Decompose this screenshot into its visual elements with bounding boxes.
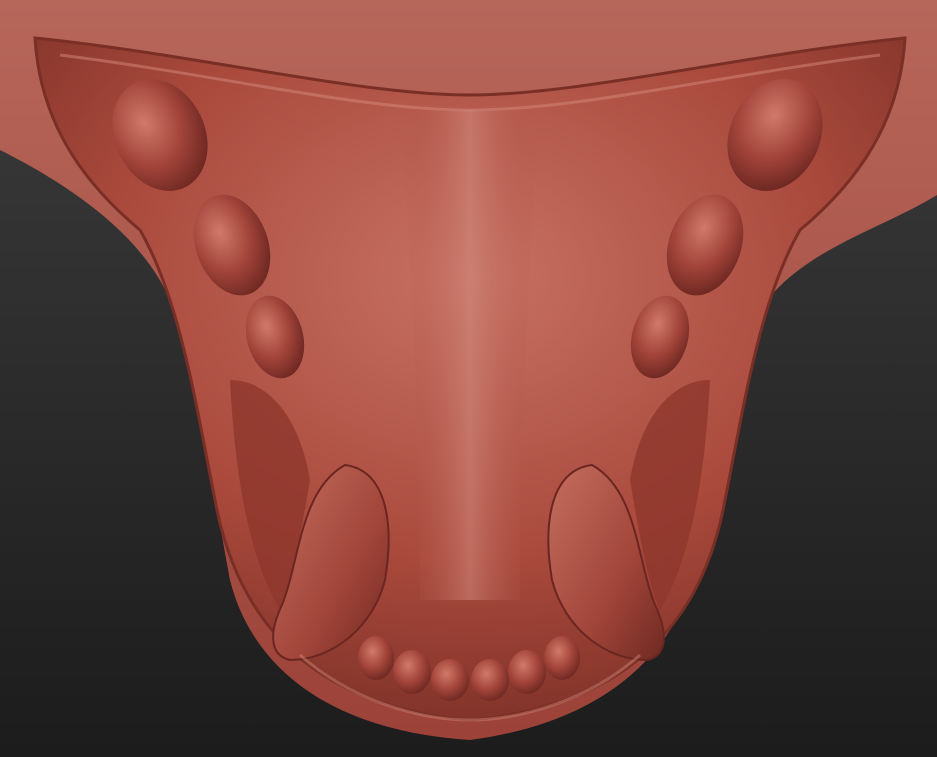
incisor-1 <box>358 636 394 680</box>
incisor-6 <box>544 636 580 680</box>
sculpt-render <box>0 0 937 757</box>
incisor-4 <box>471 659 509 701</box>
3d-viewport[interactable] <box>0 0 937 757</box>
incisor-2 <box>393 650 431 694</box>
incisor-3 <box>431 659 469 701</box>
palate-center-ridge <box>400 110 540 600</box>
incisor-5 <box>508 650 546 694</box>
